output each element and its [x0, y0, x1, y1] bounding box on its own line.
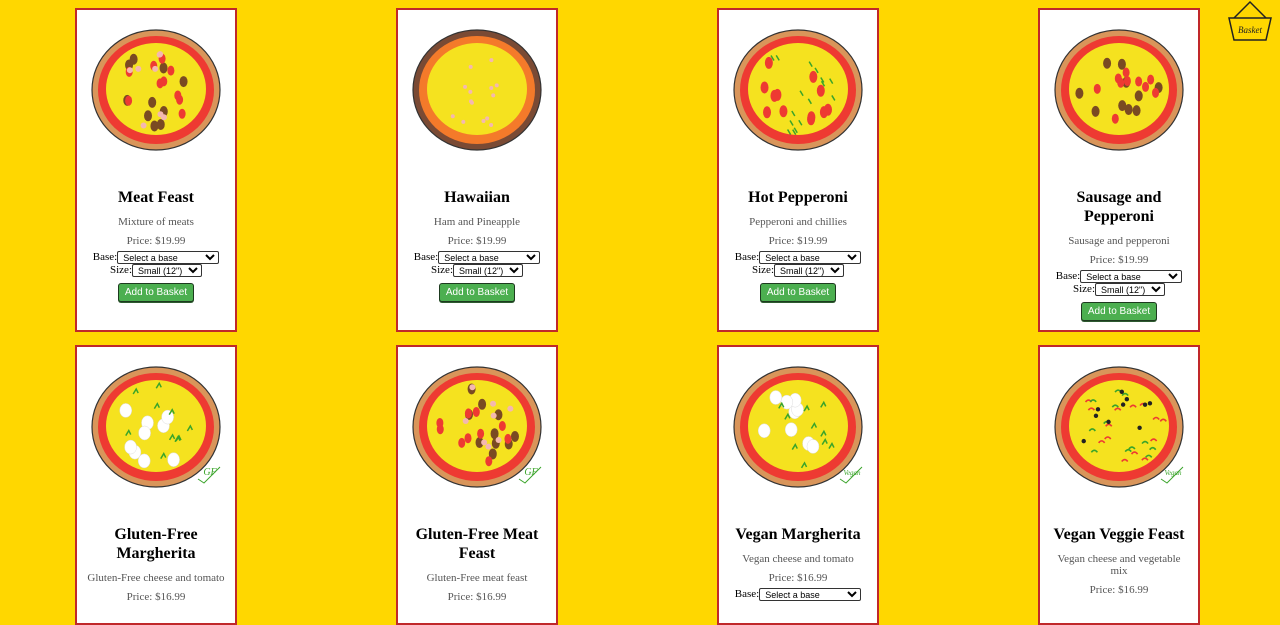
product-name: Sausage and Pepperoni — [1076, 189, 1162, 225]
product-price: Price: $19.99 — [768, 235, 828, 247]
pizza-image — [1040, 10, 1198, 174]
product-price: Price: $16.99 — [126, 591, 186, 603]
base-select[interactable]: Select a base — [759, 251, 862, 264]
product-price: Price: $19.99 — [447, 235, 507, 247]
product-price: Price: $19.99 — [1089, 254, 1149, 266]
size-select[interactable]: Small (12") — [1095, 283, 1165, 296]
base-select[interactable]: Select a base — [438, 251, 541, 264]
product-price: Price: $16.99 — [447, 591, 507, 603]
product-description: Gluten-Free meat feast — [426, 572, 528, 584]
size-select[interactable]: Small (12") — [453, 264, 523, 277]
base-label: Base: — [1055, 270, 1081, 282]
base-label: Base: — [734, 251, 760, 263]
add-to-basket-button[interactable]: Add to Basket — [438, 283, 516, 302]
basket-label: Basket — [1238, 25, 1262, 35]
pizza-image: GF — [77, 347, 235, 511]
product-card: Hawaiian Ham and Pineapple Price: $19.99… — [396, 8, 558, 332]
product-description: Sausage and pepperoni — [1068, 235, 1170, 247]
product-card: Sausage and Pepperoni Sausage and pepper… — [1038, 8, 1200, 332]
product-price: Price: $16.99 — [768, 572, 828, 584]
pizza-image: Vegan — [1040, 347, 1198, 511]
basket-icon[interactable]: Basket — [1226, 0, 1274, 44]
size-select[interactable]: Small (12") — [132, 264, 202, 277]
product-description: Mixture of meats — [118, 216, 194, 228]
product-description: Vegan cheese and vegetable mix — [1057, 553, 1181, 577]
product-card: GF Gluten-Free Meat Feast Gluten-Free me… — [396, 345, 558, 625]
size-label: Size: — [431, 264, 453, 276]
add-to-basket-button[interactable]: Add to Basket — [117, 283, 195, 302]
product-description: Pepperoni and chillies — [749, 216, 847, 228]
product-name: Vegan Margherita — [735, 526, 861, 543]
product-card: Hot Pepperoni Pepperoni and chillies Pri… — [717, 8, 879, 332]
size-label: Size: — [1073, 283, 1095, 295]
product-name: Meat Feast — [118, 189, 194, 206]
product-name: Gluten-Free Margherita — [114, 526, 198, 562]
base-label: Base: — [92, 251, 118, 263]
size-label: Size: — [752, 264, 774, 276]
product-name: Hawaiian — [444, 189, 510, 206]
product-card: Meat Feast Mixture of meats Price: $19.9… — [75, 8, 237, 332]
pizza-image: GF — [398, 347, 556, 511]
add-to-basket-button[interactable]: Add to Basket — [1080, 302, 1158, 321]
product-name: Vegan Veggie Feast — [1053, 526, 1185, 543]
size-label: Size: — [110, 264, 132, 276]
product-price: Price: $16.99 — [1089, 584, 1149, 596]
product-description: Vegan cheese and tomato — [742, 553, 854, 565]
pizza-image — [398, 10, 556, 174]
product-price: Price: $19.99 — [126, 235, 186, 247]
base-select[interactable]: Select a base — [759, 588, 862, 601]
pizza-image: Vegan — [719, 347, 877, 511]
product-description: Ham and Pineapple — [433, 216, 521, 228]
base-select[interactable]: Select a base — [117, 251, 220, 264]
pizza-image — [77, 10, 235, 174]
product-card: GF Gluten-Free Margherita Gluten-Free ch… — [75, 345, 237, 625]
product-name: Gluten-Free Meat Feast — [415, 526, 539, 562]
add-to-basket-button[interactable]: Add to Basket — [759, 283, 837, 302]
product-card: Vegan Vegan Margherita Vegan cheese and … — [717, 345, 879, 625]
pizza-image — [719, 10, 877, 174]
base-select[interactable]: Select a base — [1080, 270, 1183, 283]
product-card: Vegan Vegan Veggie Feast Vegan cheese an… — [1038, 345, 1200, 625]
product-name: Hot Pepperoni — [748, 189, 848, 206]
size-select[interactable]: Small (12") — [774, 264, 844, 277]
base-label: Base: — [734, 588, 760, 600]
product-description: Gluten-Free cheese and tomato — [87, 572, 225, 584]
base-label: Base: — [413, 251, 439, 263]
